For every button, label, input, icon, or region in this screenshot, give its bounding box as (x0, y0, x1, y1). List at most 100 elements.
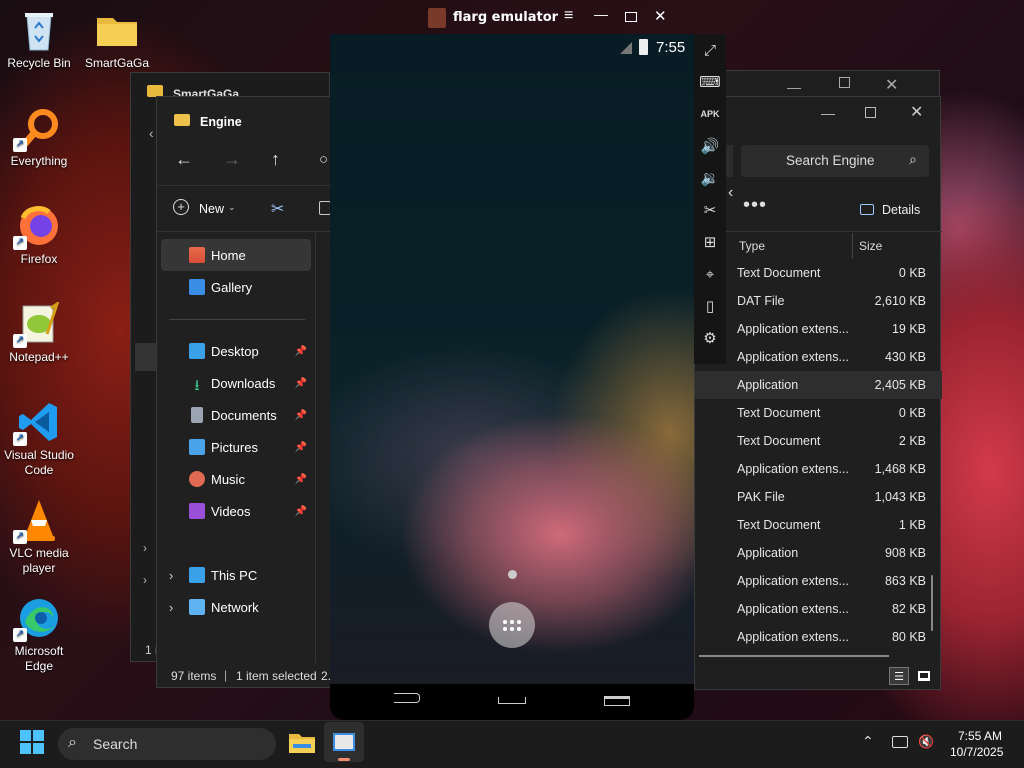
file-row[interactable]: Text Document 0 KB (695, 399, 942, 427)
taskbar-file-explorer[interactable] (282, 722, 322, 762)
shake-icon[interactable]: ▯ (697, 293, 723, 319)
collapse-toolbar-icon[interactable]: ‹ (728, 184, 733, 202)
back-arrow-icon[interactable]: ‹ (149, 125, 154, 141)
minimize-icon[interactable]: — (821, 105, 835, 121)
more-options-icon[interactable]: ••• (743, 195, 767, 215)
maximize-icon[interactable] (865, 107, 876, 118)
pin-icon[interactable]: 📌 (295, 378, 307, 389)
maximize-icon[interactable] (839, 77, 850, 88)
file-row[interactable]: Application extens... 1,468 KB (695, 455, 942, 483)
pin-icon[interactable]: 📌 (295, 474, 307, 485)
file-row[interactable]: Application extens... 82 KB (695, 595, 942, 623)
menu-icon[interactable]: ≡ (564, 7, 573, 25)
minimize-icon[interactable]: — (594, 6, 608, 22)
up-arrow-icon[interactable]: ↑ (271, 149, 280, 170)
nav-gallery[interactable]: Gallery (157, 271, 307, 303)
taskbar-search[interactable]: ⌕ Search (58, 728, 276, 760)
nav-desktop[interactable]: Desktop 📌 (157, 335, 313, 367)
search-icon[interactable]: ⌕ (909, 151, 917, 168)
nav-videos[interactable]: Videos 📌 (157, 495, 313, 527)
close-icon[interactable]: ✕ (910, 102, 923, 122)
desktop-icon-vscode[interactable]: ↗ Visual Studio Code (1, 400, 77, 478)
desktop-icon-vlc[interactable]: ↗ VLC media player (1, 498, 77, 576)
desktop-icon-edge[interactable]: ↗ Microsoft Edge (1, 596, 77, 674)
tiles-view-icon[interactable] (914, 667, 934, 685)
file-row[interactable]: Application 908 KB (695, 539, 942, 567)
nav-downloads[interactable]: ⭳ Downloads 📌 (157, 367, 313, 399)
file-row[interactable]: Application extens... 80 KB (695, 623, 942, 651)
column-header-size[interactable]: Size (859, 239, 882, 253)
new-plus-icon[interactable]: + (173, 199, 189, 215)
scissors-icon[interactable]: ✂ (697, 197, 723, 223)
pin-icon[interactable]: 📌 (295, 346, 307, 357)
nav-music[interactable]: Music 📌 (157, 463, 313, 495)
android-screen[interactable]: 7:55 (330, 34, 694, 684)
pin-icon[interactable]: 📌 (295, 506, 307, 517)
file-row[interactable]: Application extens... 19 KB (695, 315, 942, 343)
close-icon[interactable]: ✕ (885, 75, 898, 95)
details-button[interactable]: Details (882, 203, 920, 217)
file-row[interactable]: Application extens... 863 KB (695, 567, 942, 595)
desktop-icon-firefox[interactable]: ↗ Firefox (1, 204, 77, 267)
forward-arrow-icon[interactable]: → (223, 149, 241, 170)
nav-home[interactable]: Home (161, 239, 311, 271)
horizontal-scrollbar[interactable] (699, 655, 889, 657)
app-drawer-button[interactable] (489, 602, 535, 648)
add-window-icon[interactable]: ⊞ (697, 229, 723, 255)
network-tray-icon[interactable] (892, 736, 908, 748)
taskbar-emulator[interactable] (324, 722, 364, 762)
volume-muted-icon[interactable]: 🔇 (918, 734, 934, 750)
desktop-icon-everything[interactable]: ↗ Everything (1, 106, 77, 169)
file-row[interactable]: DAT File 2,610 KB (695, 287, 942, 315)
emulator-titlebar[interactable]: flarg emulator ≡ — ✕ (420, 4, 680, 32)
nav-pictures[interactable]: Pictures 📌 (157, 431, 313, 463)
nav-documents[interactable]: Documents 📌 (157, 399, 313, 431)
taskbar-date[interactable]: 10/7/2025 (950, 745, 1003, 759)
search-input[interactable]: Search Engine (786, 153, 875, 168)
file-row[interactable]: Text Document 0 KB (695, 259, 942, 287)
file-row[interactable]: Text Document 2 KB (695, 427, 942, 455)
chevron-right-icon[interactable]: › (143, 541, 147, 555)
pin-icon[interactable]: 📌 (295, 442, 307, 453)
explorer-window-engine[interactable]: Engine ← → ↑ ○ + New ⌄ ✂ Home Gallery De… (156, 96, 333, 688)
keyboard-icon[interactable]: ⌨ (697, 69, 723, 95)
start-button[interactable] (12, 722, 52, 762)
desktop-icon-notepadpp[interactable]: ↗ Notepad++ (1, 300, 77, 365)
file-row[interactable]: PAK File 1,043 KB (695, 483, 942, 511)
new-button[interactable]: New (199, 202, 224, 216)
close-icon[interactable]: ✕ (654, 7, 667, 25)
file-row[interactable]: Application extens... 430 KB (695, 343, 942, 371)
chevron-right-icon[interactable]: › (143, 573, 147, 587)
tray-chevron-up-icon[interactable]: ⌃ (862, 733, 874, 750)
cut-icon[interactable]: ✂ (271, 199, 284, 219)
desktop-icon-recycle-bin[interactable]: Recycle Bin (1, 8, 77, 71)
apk-install-icon[interactable]: APK (697, 101, 723, 127)
desktop-icon-smartgaga[interactable]: SmartGaGa (79, 8, 155, 71)
nav-home-icon[interactable] (498, 694, 526, 704)
fullscreen-icon[interactable]: ⤢ (697, 37, 723, 63)
nav-this-pc[interactable]: › This PC (157, 559, 307, 591)
pin-icon[interactable]: 📌 (295, 410, 307, 421)
search-box[interactable]: Search Engine ⌕ (741, 145, 929, 177)
details-pane-icon[interactable] (860, 204, 874, 215)
volume-up-icon[interactable]: 🔊 (697, 133, 723, 159)
refresh-icon[interactable]: ○ (319, 151, 328, 168)
back-arrow-icon[interactable]: ← (175, 149, 193, 170)
location-icon[interactable]: ⌖ (697, 261, 723, 287)
column-header-type[interactable]: Type (739, 239, 765, 253)
chevron-right-icon[interactable]: › (169, 568, 173, 583)
chevron-right-icon[interactable]: › (169, 600, 173, 615)
file-row[interactable]: Application 2,405 KB (695, 371, 942, 399)
maximize-icon[interactable] (625, 12, 637, 22)
chevron-down-icon[interactable]: ⌄ (228, 202, 236, 213)
details-view-icon[interactable]: ☰ (889, 667, 909, 685)
settings-gear-icon[interactable]: ⚙ (697, 325, 723, 351)
nav-back-icon[interactable] (394, 693, 420, 703)
scrollbar-thumb[interactable] (931, 575, 933, 631)
minimize-icon[interactable]: — (787, 79, 801, 95)
volume-down-icon[interactable]: 🔉 (697, 165, 723, 191)
file-row[interactable]: Text Document 1 KB (695, 511, 942, 539)
nav-recents-icon[interactable] (604, 696, 630, 706)
nav-network[interactable]: › Network (157, 591, 307, 623)
taskbar-time[interactable]: 7:55 AM (958, 729, 1002, 743)
